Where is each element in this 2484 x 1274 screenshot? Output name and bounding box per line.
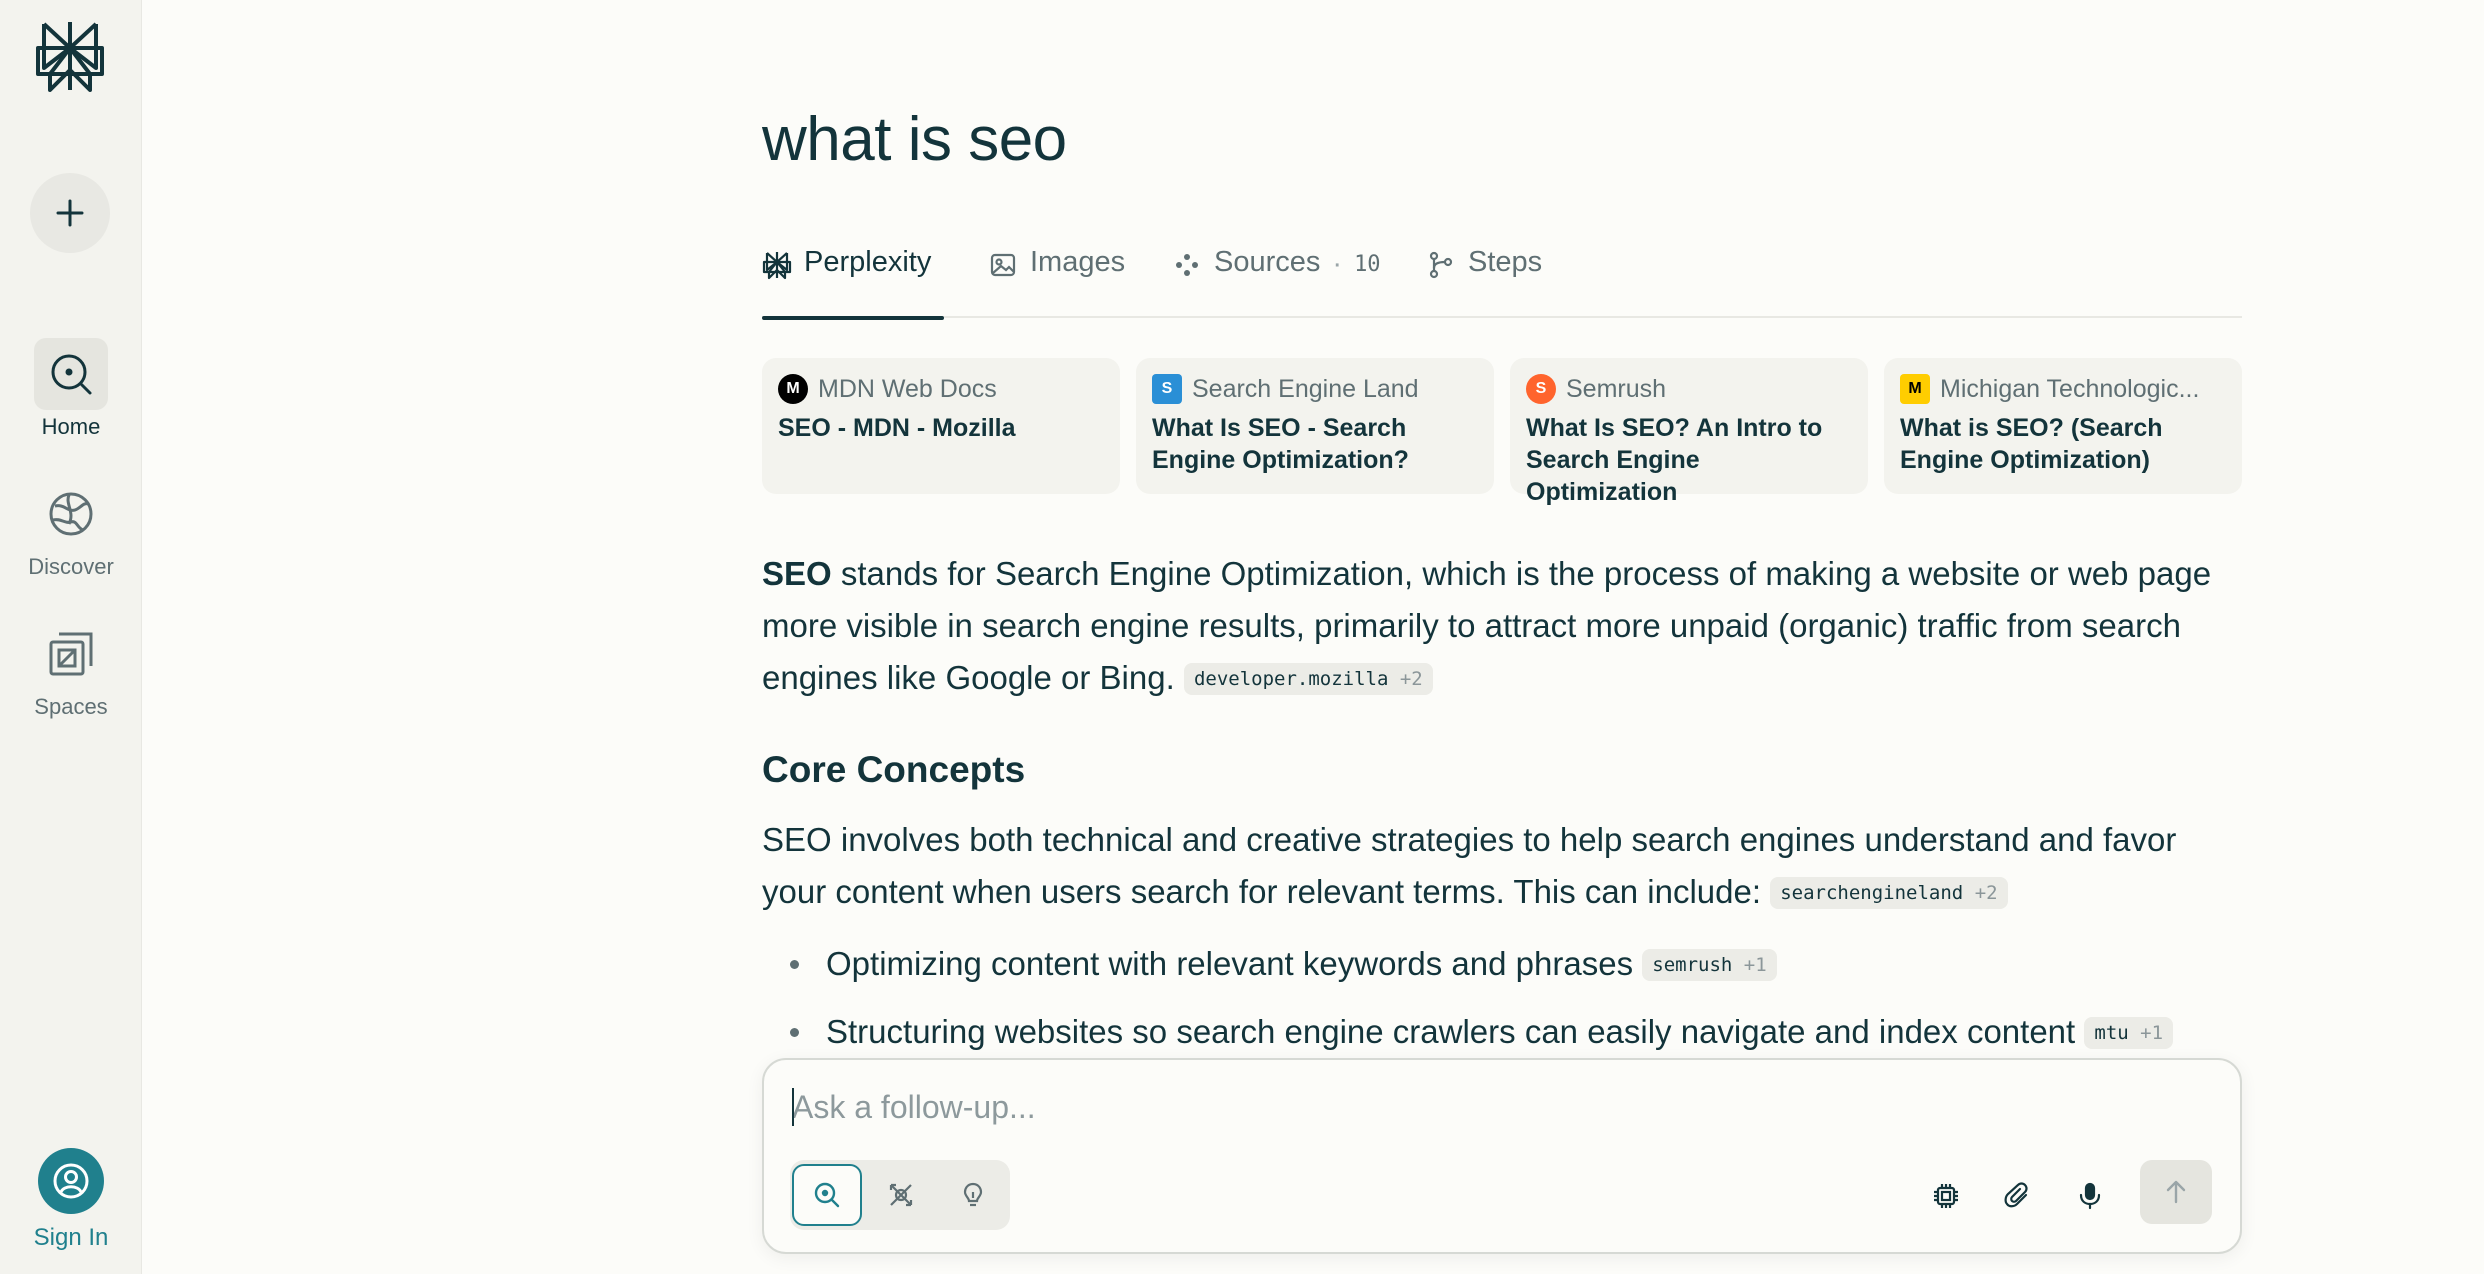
user-avatar-icon — [38, 1148, 104, 1214]
answer-paragraph: SEO involves both technical and creative… — [762, 814, 2242, 918]
tab-images[interactable]: Images — [988, 240, 1125, 318]
tab-steps[interactable]: Steps — [1426, 240, 1542, 318]
sidebar-item-spaces[interactable]: Spaces — [0, 618, 142, 720]
home-search-icon — [51, 354, 92, 395]
source-title: What Is SEO? An Intro to Search Engine O… — [1526, 414, 1823, 506]
source-card-header: S Semrush — [1526, 372, 1852, 406]
citation-extra: +1 — [2140, 1022, 2164, 1044]
tab-sources[interactable]: Sources · 10 — [1172, 240, 1381, 318]
answer-intro: SEO stands for Search Engine Optimizatio… — [762, 548, 2242, 704]
sources-icon — [1176, 254, 1198, 276]
source-card-header: M Michigan Technologic... — [1900, 372, 2226, 406]
source-title: What Is SEO - Search Engine Optimization… — [1152, 414, 1409, 474]
source-title: What is SEO? (Search Engine Optimization… — [1900, 414, 2163, 474]
new-thread-button[interactable] — [30, 173, 110, 253]
tab-count-separator: · — [1332, 248, 1343, 280]
plus-icon — [56, 199, 84, 227]
model-select-button[interactable] — [1920, 1170, 1972, 1222]
citation-site: searchengineland — [1780, 882, 1964, 904]
search-mode-toggle — [790, 1160, 1010, 1230]
sidebar-item-spaces-icon-wrap — [34, 618, 108, 690]
follow-up-composer — [762, 1058, 2242, 1254]
source-card[interactable]: S Search Engine Land What Is SEO - Searc… — [1136, 358, 1494, 494]
tab-label: Images — [1030, 246, 1126, 278]
source-site-name: Semrush — [1566, 374, 1667, 403]
microphone-icon — [2079, 1182, 2101, 1210]
lightbulb-icon — [963, 1182, 983, 1207]
citation-site: mtu — [2094, 1022, 2129, 1044]
answer-intro-text: stands for Search Engine Optimization, w… — [762, 555, 2212, 696]
research-mode-icon — [889, 1183, 913, 1207]
research-mode-button[interactable] — [866, 1164, 936, 1226]
tab-label: Sources — [1214, 246, 1321, 278]
globe-icon — [49, 492, 93, 536]
page-title: what is seo — [762, 105, 1067, 174]
model-chip-icon — [1934, 1184, 1958, 1208]
send-button[interactable] — [2140, 1160, 2212, 1224]
sidebar: Home Discover Spaces Sign In — [0, 0, 142, 1274]
citation-badge[interactable]: mtu +1 — [2084, 1017, 2174, 1049]
list-item: Structuring websites so search engine cr… — [762, 998, 2242, 1066]
sign-in-button[interactable]: Sign In — [0, 1148, 142, 1252]
follow-up-input[interactable] — [792, 1084, 1892, 1130]
source-site-name: Search Engine Land — [1192, 374, 1419, 403]
tab-label: Perplexity — [804, 246, 932, 278]
citation-site: developer.mozilla — [1193, 668, 1389, 690]
sidebar-item-label: Spaces — [34, 694, 108, 719]
perplexity-logo-icon[interactable] — [34, 18, 106, 94]
answer-bullet-list: Optimizing content with relevant keyword… — [762, 930, 2242, 1066]
source-site-name: Michigan Technologic... — [1940, 374, 2200, 403]
source-card-header: M MDN Web Docs — [778, 372, 1104, 406]
sidebar-item-discover[interactable]: Discover — [0, 478, 142, 580]
mdn-favicon-icon: M — [778, 374, 808, 404]
citation-badge[interactable]: developer.mozilla +2 — [1183, 663, 1433, 695]
answer-tabs: Perplexity Images Sources · 10 Steps — [762, 240, 2242, 320]
labs-mode-button[interactable] — [938, 1164, 1008, 1226]
search-mode-icon — [814, 1182, 840, 1208]
image-icon — [990, 253, 1016, 277]
source-card[interactable]: M Michigan Technologic... What is SEO? (… — [1884, 358, 2242, 494]
citation-extra: +1 — [1743, 954, 1767, 976]
source-cards: M MDN Web Docs SEO - MDN - Mozilla S Sea… — [762, 358, 2242, 506]
tab-label: Steps — [1468, 246, 1543, 278]
sign-in-label: Sign In — [33, 1224, 109, 1251]
tab-perplexity[interactable]: Perplexity — [762, 240, 944, 320]
citation-badge[interactable]: searchengineland +2 — [1770, 877, 2008, 909]
search-mode-button[interactable] — [792, 1164, 862, 1226]
sidebar-item-label: Discover — [28, 554, 114, 579]
semrush-favicon-icon: S — [1526, 374, 1556, 404]
arrow-up-icon — [2166, 1180, 2186, 1204]
source-card[interactable]: S Semrush What Is SEO? An Intro to Searc… — [1510, 358, 1868, 506]
source-card[interactable]: M MDN Web Docs SEO - MDN - Mozilla — [762, 358, 1120, 494]
citation-extra: +2 — [1974, 882, 1998, 904]
voice-input-button[interactable] — [2064, 1170, 2116, 1222]
attach-icon — [2004, 1182, 2028, 1208]
citation-badge[interactable]: semrush +1 — [1642, 949, 1777, 981]
source-card-header: S Search Engine Land — [1152, 372, 1478, 406]
spaces-icon — [49, 632, 93, 676]
steps-icon — [1429, 251, 1453, 279]
source-title: SEO - MDN - Mozilla — [778, 414, 1016, 442]
list-item-text: Optimizing content with relevant keyword… — [826, 945, 1634, 982]
source-site-name: MDN Web Docs — [818, 374, 997, 403]
sources-count-badge: 10 — [1354, 252, 1381, 277]
mtu-favicon-icon: M — [1900, 374, 1930, 404]
list-item-text: Structuring websites so search engine cr… — [826, 1013, 2076, 1050]
sidebar-item-home-icon-wrap — [34, 338, 108, 410]
section-heading: Core Concepts — [762, 749, 1026, 790]
text-caret — [792, 1088, 794, 1126]
attach-file-button[interactable] — [1992, 1170, 2044, 1222]
searchengineland-favicon-icon: S — [1152, 374, 1182, 404]
citation-extra: +2 — [1399, 668, 1423, 690]
sidebar-item-label: Home — [41, 414, 101, 439]
list-item: Optimizing content with relevant keyword… — [762, 930, 2242, 998]
sidebar-item-discover-icon-wrap — [34, 478, 108, 550]
perplexity-icon — [762, 252, 792, 280]
citation-site: semrush — [1652, 954, 1733, 976]
answer-intro-bold: SEO — [762, 555, 832, 592]
sidebar-item-home[interactable]: Home — [0, 338, 142, 440]
answer-body: SEO stands for Search Engine Optimizatio… — [762, 548, 2242, 1066]
